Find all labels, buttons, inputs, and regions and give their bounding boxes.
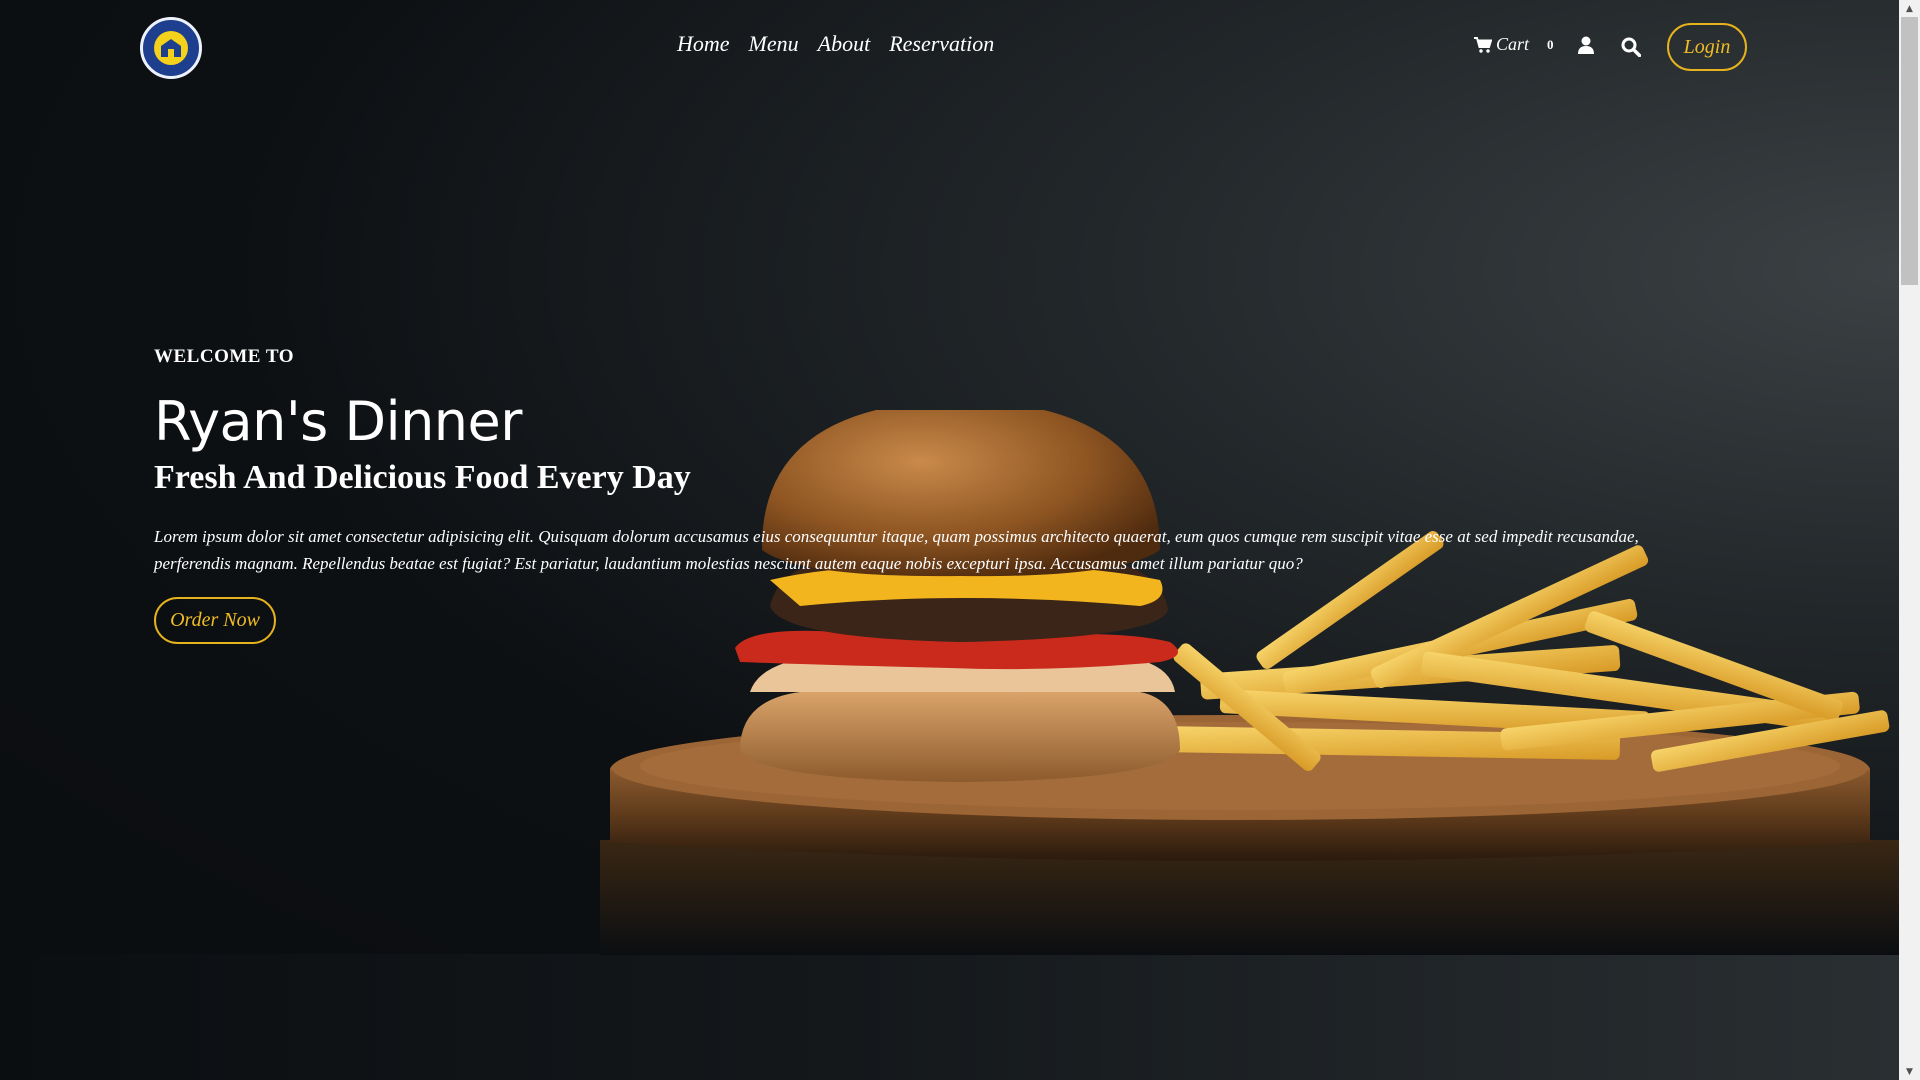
shopping-cart-icon [1474, 36, 1492, 53]
hero-description: Lorem ipsum dolor sit amet consectetur a… [154, 527, 1639, 573]
scroll-up-arrow-icon[interactable]: ▲ [1899, 0, 1920, 17]
hero-tagline: Fresh And Delicious Food Every Day [154, 459, 691, 496]
login-button[interactable]: Login [1667, 23, 1747, 71]
scrollbar-thumb[interactable] [1901, 17, 1918, 285]
nav-menu-link[interactable]: Menu [749, 30, 799, 59]
user-icon[interactable] [1578, 36, 1594, 56]
vertical-scrollbar[interactable]: ▲ ▼ [1899, 0, 1920, 1080]
cart-count-badge: 0 [1547, 36, 1554, 52]
nav-about-link[interactable]: About [818, 30, 871, 59]
hero-section: Home Menu About Reservation Cart 0 Login… [0, 0, 1899, 1080]
order-now-button[interactable]: Order Now [154, 597, 276, 644]
page-bottom-band [0, 954, 1899, 1080]
nav-reservation-link[interactable]: Reservation [889, 30, 994, 59]
cart-label: Cart [1496, 34, 1530, 54]
hero-content: WELCOME TO Ryan's Dinner Fresh And Delic… [154, 346, 1714, 644]
scroll-down-arrow-icon[interactable]: ▼ [1899, 1063, 1920, 1080]
logo-emblem-icon [154, 31, 188, 65]
main-nav: Home Menu About Reservation [677, 30, 994, 59]
school-emblem-logo[interactable] [140, 17, 202, 79]
search-icon[interactable] [1621, 37, 1641, 57]
cart-button[interactable]: Cart 0 [1474, 34, 1554, 55]
welcome-eyebrow: WELCOME TO [154, 346, 294, 367]
brand-title: Ryan's Dinner [154, 390, 522, 453]
building-icon [161, 39, 181, 57]
nav-home-link[interactable]: Home [677, 30, 730, 59]
